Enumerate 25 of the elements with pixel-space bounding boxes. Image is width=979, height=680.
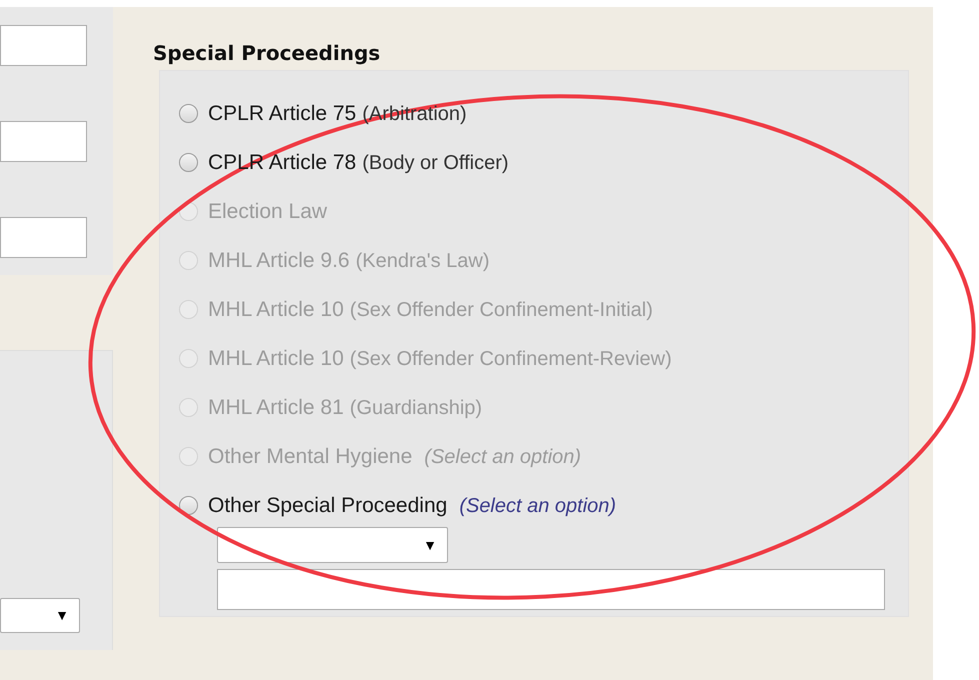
option-label: CPLR Article 75 — [208, 100, 356, 127]
dropdown[interactable]: ▼ — [217, 527, 448, 563]
option-label: Other Mental Hygiene — [208, 444, 412, 470]
option-note: (Sex Offender Confinement-Initial) — [350, 298, 653, 322]
option-note: (Kendra's Law) — [356, 248, 490, 274]
option-label: MHL Article 9.6 — [208, 248, 350, 274]
option-note: (Guardianship) — [350, 396, 482, 420]
radio-button[interactable] — [179, 153, 198, 172]
option-label: Other Special Proceeding — [208, 492, 448, 519]
option-label: MHL Article 10 — [208, 296, 344, 323]
input-field[interactable] — [0, 25, 87, 66]
radio-button[interactable] — [179, 496, 198, 515]
option-hint: (Select an option) — [424, 444, 582, 470]
option-note: (Body or Officer) — [362, 150, 509, 176]
option-note: (Sex Offender Confinement-Review) — [350, 346, 672, 372]
option-label: MHL Article 10 — [208, 346, 344, 372]
section-title: Special Proceedings — [153, 40, 382, 67]
radio-button[interactable] — [179, 104, 198, 123]
input-field[interactable] — [217, 569, 885, 610]
option-hint: (Select an option) — [459, 494, 616, 518]
dropdown[interactable]: ▼ — [0, 598, 80, 633]
option-label: MHL Article 81 — [208, 394, 344, 421]
option-label: Election Law — [208, 198, 328, 225]
input-field[interactable] — [0, 121, 87, 162]
input-field[interactable] — [0, 217, 87, 258]
